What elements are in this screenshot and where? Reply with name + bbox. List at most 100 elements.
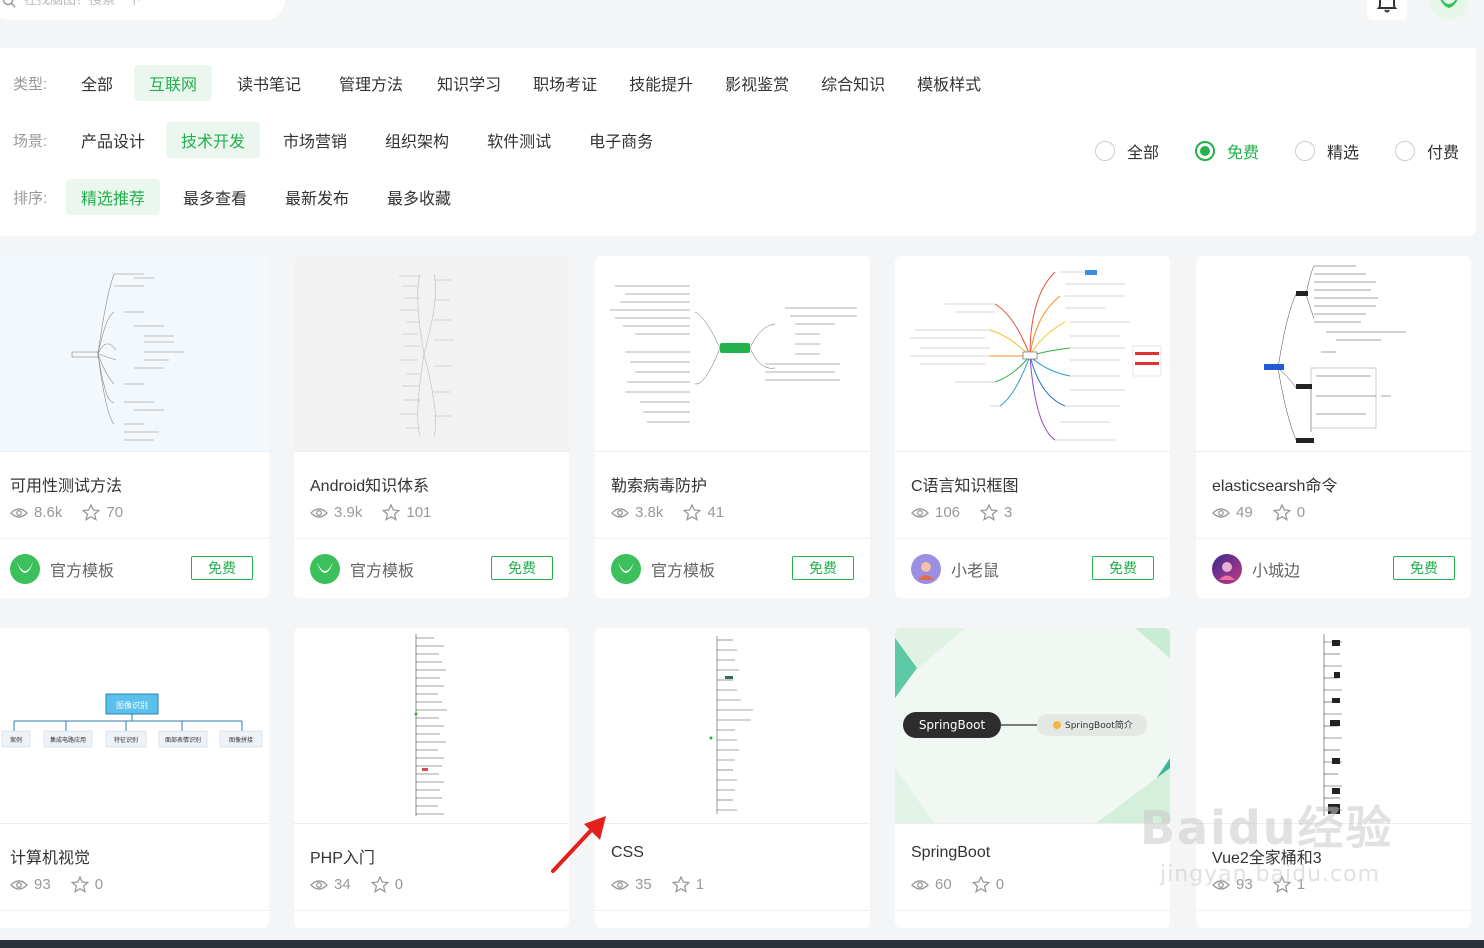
radio-label: 付费 (1427, 145, 1460, 162)
type-item[interactable]: 管理方法 (324, 65, 418, 101)
star-icon[interactable] (671, 876, 690, 893)
card-author[interactable]: 小老鼠 (911, 554, 999, 584)
radio-dot[interactable] (1395, 141, 1416, 161)
bottom-bar (0, 940, 1484, 948)
star-icon[interactable] (370, 876, 389, 893)
card-title[interactable]: PHP入门 (310, 844, 375, 868)
card-title[interactable]: C语言知识框图 (911, 472, 1019, 496)
sort-item[interactable]: 最新发布 (270, 179, 364, 215)
template-card[interactable]: 勒索病毒防护 3.8k 41 官方模板 免费 (595, 256, 870, 598)
mindmap-preview (1264, 265, 1406, 443)
search-placeholder[interactable]: 在找脑图？搜索一下 (24, 0, 141, 8)
view-count-value: 93 (34, 876, 51, 893)
type-item[interactable]: 职场考证 (518, 65, 612, 101)
card-title[interactable]: CSS (611, 844, 644, 862)
card-thumbnail[interactable] (595, 256, 870, 452)
view-count: 3.8k (611, 504, 663, 521)
price-radio-all[interactable]: 全部 (1095, 139, 1159, 163)
card-author[interactable]: 小城边 (1212, 554, 1300, 584)
card-thumbnail[interactable] (294, 256, 569, 452)
card-divider (0, 910, 269, 911)
type-item[interactable]: 技能提升 (614, 65, 708, 101)
price-radio-paid[interactable]: 付费 (1395, 139, 1459, 163)
template-card[interactable]: C语言知识框图 106 3 小老鼠 免费 (895, 256, 1170, 598)
card-author[interactable]: 官方模板 (310, 554, 414, 584)
scene-item[interactable]: 组织架构 (370, 122, 464, 158)
scene-item[interactable]: 技术开发 (166, 122, 261, 158)
card-author[interactable]: 官方模板 (10, 554, 114, 584)
card-thumbnail[interactable] (294, 628, 569, 824)
type-item[interactable]: 综合知识 (806, 65, 900, 101)
star-count-value: 1 (695, 876, 705, 893)
template-card[interactable]: 图像识别 案例 集成电路应用 特征识别 面部表情识别 图像拼接 计算机视觉 93… (0, 628, 269, 928)
author-name: 官方模板 (651, 563, 716, 580)
view-count-value: 49 (1236, 504, 1253, 521)
star-count: 70 (82, 504, 123, 521)
type-item[interactable]: 读书笔记 (222, 65, 316, 101)
card-title[interactable]: Android知识体系 (310, 472, 429, 496)
type-item[interactable]: 知识学习 (422, 65, 516, 101)
scene-item[interactable]: 电子商务 (574, 122, 668, 158)
star-icon[interactable] (70, 876, 89, 893)
price-radio-free[interactable]: 免费 (1195, 139, 1259, 163)
card-thumbnail[interactable]: 图像识别 案例 集成电路应用 特征识别 面部表情识别 图像拼接 (0, 628, 269, 824)
radio-dot[interactable] (1095, 141, 1115, 161)
user-avatar[interactable] (1430, 0, 1468, 20)
type-item[interactable]: 模板样式 (902, 65, 996, 101)
search-box[interactable]: 在找脑图？搜索一下 (0, 0, 285, 20)
card-stats: 35 1 (611, 876, 724, 893)
card-title[interactable]: 可用性测试方法 (10, 472, 122, 496)
mindmap-preview: 图像识别 案例 集成电路应用 特征识别 面部表情识别 图像拼接 (1, 693, 263, 748)
card-author[interactable]: 官方模板 (611, 554, 715, 584)
type-item[interactable]: 互联网 (134, 65, 213, 101)
star-icon[interactable] (382, 504, 401, 521)
card-title[interactable]: SpringBoot (911, 844, 990, 862)
sort-item[interactable]: 最多查看 (168, 179, 262, 215)
notification-button[interactable] (1367, 0, 1407, 20)
template-card[interactable]: Android知识体系 3.9k 101 官方模板 免费 (294, 256, 569, 598)
view-count: 3.9k (310, 504, 362, 521)
card-thumbnail[interactable] (0, 256, 269, 452)
star-icon[interactable] (82, 504, 101, 521)
price-radio-selected[interactable]: 精选 (1295, 139, 1359, 163)
star-count: 0 (70, 876, 103, 893)
template-card[interactable]: CSS 35 1 (595, 628, 870, 928)
type-item[interactable]: 全部 (66, 65, 128, 101)
sort-item[interactable]: 最多收藏 (372, 179, 466, 215)
star-icon[interactable] (1272, 504, 1291, 521)
mindmap-preview: SpringBoot SpringBoot简介 (895, 628, 1170, 823)
user-photo-icon (1219, 562, 1235, 580)
watermark: Baidu经验 jingyan.baidu.com (1140, 792, 1410, 912)
view-count-value: 35 (635, 876, 652, 893)
sort-item[interactable]: 精选推荐 (66, 179, 161, 215)
card-thumbnail[interactable]: SpringBoot SpringBoot简介 (895, 628, 1170, 824)
type-item[interactable]: 影视鉴赏 (710, 65, 804, 101)
mindmap-preview (71, 273, 184, 441)
view-count-value: 3.9k (334, 504, 363, 521)
card-title[interactable]: 勒索病毒防护 (611, 472, 707, 496)
star-icon[interactable] (980, 504, 999, 521)
card-stats: 3.9k 101 (310, 504, 451, 521)
scene-label: 场景: (13, 132, 48, 150)
card-thumbnail[interactable] (595, 628, 870, 824)
star-icon[interactable] (683, 504, 702, 521)
template-card[interactable]: 可用性测试方法 8.6k 70 官方模板 免费 (0, 256, 269, 598)
radio-dot[interactable] (1295, 141, 1316, 161)
scene-item[interactable]: 产品设计 (66, 122, 160, 158)
template-card[interactable]: PHP入门 34 0 (294, 628, 569, 928)
template-card[interactable]: SpringBoot SpringBoot简介 SpringBoot 60 0 (895, 628, 1170, 928)
card-divider (1196, 538, 1471, 539)
eye-icon (10, 507, 28, 518)
star-icon[interactable] (971, 876, 990, 893)
scene-item[interactable]: 软件测试 (472, 122, 566, 158)
free-badge: 免费 (491, 556, 553, 580)
card-thumbnail[interactable] (1196, 256, 1471, 452)
card-divider (595, 538, 870, 539)
card-thumbnail[interactable] (895, 256, 1170, 452)
card-title[interactable]: elasticsearsh命令 (1212, 472, 1337, 496)
template-card[interactable]: elasticsearsh命令 49 0 小城边 免费 (1196, 256, 1471, 598)
radio-dot[interactable] (1195, 141, 1216, 161)
card-title[interactable]: 计算机视觉 (10, 844, 90, 868)
scene-item[interactable]: 市场营销 (268, 122, 362, 158)
cv-root-node: 图像识别 (116, 700, 148, 710)
